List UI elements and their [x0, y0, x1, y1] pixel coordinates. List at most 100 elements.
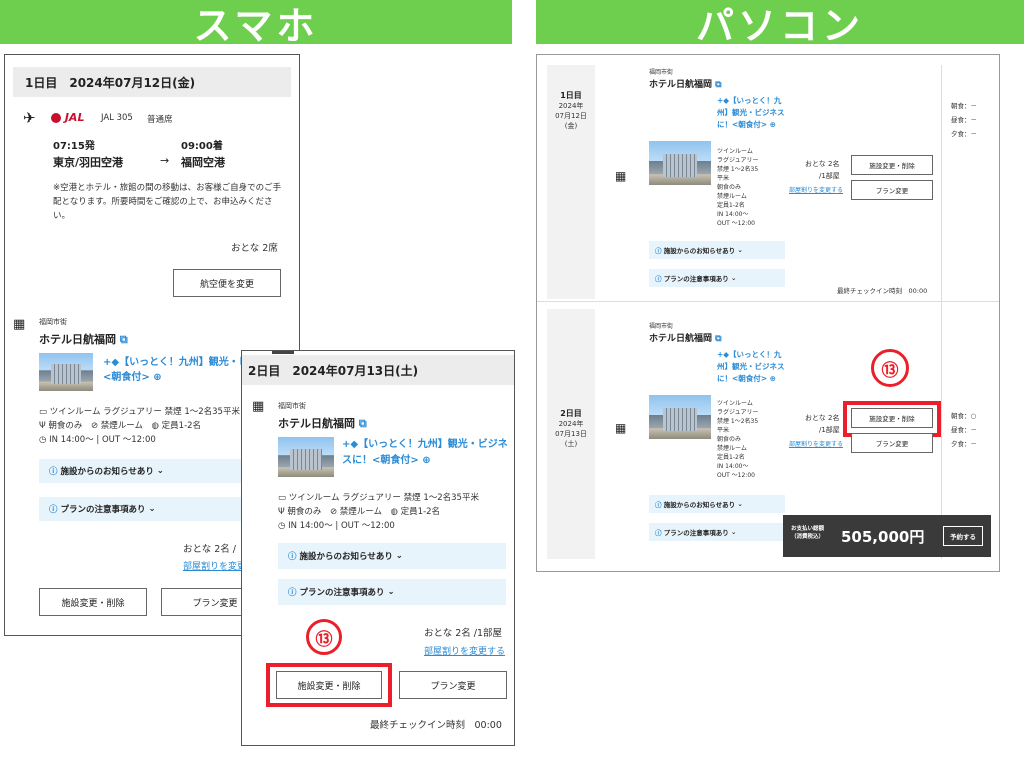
capacity-text: 定員1-2名	[717, 202, 745, 209]
departure-airport: 東京/羽田空港	[53, 156, 124, 169]
meal-text: 朝食のみ	[717, 436, 742, 443]
meal-text: 朝食のみ	[48, 421, 83, 431]
hotel-name: ホテル日航福岡 ⧉	[39, 331, 128, 347]
room-line: ツインルーム	[717, 148, 753, 155]
plan-link[interactable]: +◆【いっとく！九州】観光・ビジネスに！<朝食付> ⊕	[717, 349, 789, 385]
payment-amount: 505,000円	[841, 528, 925, 546]
guest-count: おとな 2名	[805, 160, 840, 168]
chevron-down-icon: ⌄	[731, 274, 737, 282]
breakfast: 朝食：○	[951, 412, 977, 420]
bed-icon: ▭	[39, 407, 48, 417]
lunch: 昼食：－	[951, 426, 977, 434]
room-text: ツインルーム ラグジュアリー 禁煙 1～2名35平米	[49, 407, 240, 417]
transfer-note: ※空港とホテル・旅館の間の移動は、お客様ご自身でのご手配となります。所要時間をご…	[53, 183, 282, 221]
chevron-down-icon: ⌄	[156, 466, 164, 476]
date-day: 07月13日	[555, 430, 587, 438]
checkin-text: IN 14:00～	[717, 463, 749, 470]
plan-notice[interactable]: ⓘ プランの注意事項あり ⌄	[649, 523, 785, 541]
facility-notice-text: 施設からのお知らせあり	[60, 467, 154, 477]
plan-notice-text: プランの注意事項あり	[663, 529, 729, 537]
guest-count: おとな 2名 /	[183, 544, 236, 555]
hotel-photo	[278, 437, 334, 477]
jal-logo-text: JAL	[64, 111, 85, 124]
plan-change-button[interactable]: プラン変更	[851, 433, 933, 453]
external-link-icon[interactable]: ⧉	[715, 334, 721, 344]
flight-number: JAL 305	[101, 113, 133, 123]
building-icon: ▦	[615, 421, 627, 435]
sp-day2-card: 2日目 2024年07月13日(土) ▦ 福岡市街 ホテル日航福岡 ⧉ +◆【い…	[241, 350, 515, 746]
nosmoking-icon: ⊘	[329, 507, 338, 517]
plan-link[interactable]: +◆【いっとく！九州】観光・ビジネスに！<朝食付> ⊕	[342, 437, 510, 469]
chevron-down-icon: ⌄	[395, 551, 403, 561]
meal-summary: 朝食：○ 昼食：－ 夕食：－	[951, 409, 977, 451]
room-count: /1部屋	[819, 172, 840, 180]
checkin-text: IN 14:00～ | OUT ～12:00	[49, 435, 156, 445]
payment-tax-text: （消費税込）	[791, 534, 825, 540]
info-icon: ⓘ	[655, 501, 662, 509]
room-info: ツインルーム ラグジュアリー 禁煙 1～2名35 平米 朝食のみ 禁煙ルーム 定…	[717, 399, 758, 480]
facility-change-button[interactable]: 施設変更・削除	[276, 671, 382, 699]
change-room-allocation-link[interactable]: 部屋割りを変更する	[789, 185, 843, 194]
change-room-allocation-link[interactable]: 部屋割りを変更	[183, 559, 246, 572]
hotel-name-text: ホテル日航福岡	[649, 80, 713, 90]
room-count: /1部屋	[819, 426, 840, 434]
plan-notice[interactable]: ⓘ プランの注意事項あり ⌄	[649, 269, 785, 287]
info-icon: ⓘ	[655, 275, 662, 283]
facility-notice[interactable]: ⓘ 施設からのお知らせあり ⌄	[649, 495, 785, 513]
smoking-text: 禁煙ルーム	[717, 193, 747, 200]
guest-count: おとな 2名	[805, 414, 840, 422]
room-line: ラグジュアリー	[717, 157, 759, 164]
facility-change-button[interactable]: 施設変更・削除	[851, 408, 933, 428]
room-text: ツインルーム ラグジュアリー 禁煙 1～2名35平米	[288, 493, 479, 503]
change-room-allocation-link[interactable]: 部屋割りを変更する	[424, 644, 505, 657]
chevron-down-icon: ⌄	[737, 500, 743, 508]
plan-link[interactable]: +◆【いっとく！九州】観光・ビジネスに！<朝食付> ⊕	[717, 95, 789, 131]
date-year: 2024年	[558, 420, 584, 428]
hotel-photo	[39, 353, 93, 391]
pc-panel: 1日目 2024年 07月12日 (金) ▦ 福岡市街 ホテル日航福岡 ⧉ +◆…	[536, 54, 1000, 572]
arrival-time: 09:00着	[181, 141, 223, 152]
sp-day1-header: 1日目 2024年07月12日(金)	[13, 67, 291, 97]
checkin-info: ◷ IN 14:00～ | OUT ～12:00	[39, 433, 156, 445]
external-link-icon[interactable]: ⧉	[359, 417, 367, 430]
flight-passengers: おとな 2席	[231, 243, 278, 254]
meal-icon: Ψ	[39, 421, 46, 431]
building-icon: ▦	[13, 317, 26, 332]
external-link-icon[interactable]: ⧉	[715, 80, 721, 90]
arrow-icon: →	[160, 154, 170, 167]
plan-notice[interactable]: ⓘ プランの注意事項あり ⌄	[278, 579, 506, 605]
chevron-down-icon: ⌄	[387, 587, 395, 597]
facility-notice[interactable]: ⓘ 施設からのお知らせあり ⌄	[278, 543, 506, 569]
seat-class: 普通席	[147, 115, 173, 125]
facility-change-button[interactable]: 施設変更・削除	[39, 588, 147, 616]
departure-time: 07:15発	[53, 141, 95, 152]
info-icon: ⓘ	[49, 467, 58, 477]
payment-label: お支払い総額 （消費税込）	[791, 525, 824, 541]
step-13-badge: ⑬	[306, 619, 342, 655]
breakfast: 朝食：－	[951, 102, 977, 110]
scroll-indicator	[272, 351, 294, 354]
change-flight-button[interactable]: 航空便を変更	[173, 269, 281, 297]
facility-change-button[interactable]: 施設変更・削除	[851, 155, 933, 175]
plan-change-button[interactable]: プラン変更	[399, 671, 507, 699]
reserve-button[interactable]: 予約する	[943, 526, 983, 546]
hotel-area: 福岡市街	[649, 323, 674, 330]
external-link-icon[interactable]: ⧉	[120, 333, 128, 346]
plan-change-button[interactable]: プラン変更	[851, 180, 933, 200]
capacity-text: 定員1-2名	[717, 454, 745, 461]
column-divider	[941, 65, 942, 559]
info-icon: ⓘ	[655, 247, 662, 255]
info-icon: ⓘ	[288, 552, 297, 562]
room-line: 禁煙 1～2名35	[717, 418, 759, 425]
change-room-allocation-link[interactable]: 部屋割りを変更する	[789, 439, 843, 448]
airplane-icon: ✈	[23, 109, 36, 127]
facility-notice[interactable]: ⓘ 施設からのお知らせあり ⌄	[649, 241, 785, 259]
day-label: 2日目	[560, 409, 582, 418]
payment-bar: お支払い総額 （消費税込） 505,000円 予約する	[783, 515, 991, 557]
info-icon: ⓘ	[288, 588, 297, 598]
day-label: 1日目	[560, 91, 582, 100]
checkin-text: IN 14:00～	[717, 211, 749, 218]
pc-day1-date: 1日目 2024年 07月12日 (金)	[547, 91, 595, 131]
smoking-text: 禁煙ルーム	[100, 421, 144, 431]
smartphone-banner: スマホ	[0, 0, 512, 48]
